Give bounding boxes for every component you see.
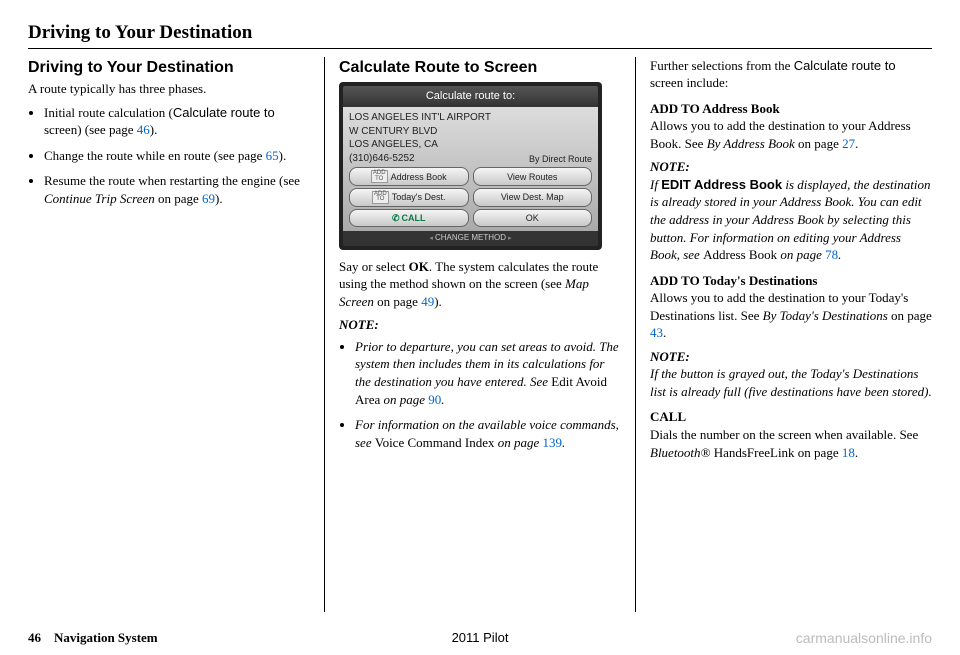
page-link[interactable]: 139 (543, 435, 563, 450)
footer-label: Navigation System (54, 630, 158, 645)
ss-btn-view-dest-map: View Dest. Map (473, 188, 593, 207)
text: screen) (see page (44, 122, 137, 137)
ui-term: Voice Command Index (375, 435, 495, 450)
text: Change the route while en route (see pag… (44, 148, 266, 163)
page-link[interactable]: 43 (650, 325, 663, 340)
page-link[interactable]: 27 (842, 136, 855, 151)
list-item: Resume the route when restarting the eng… (44, 172, 310, 207)
col1-list: Initial route calculation (Calculate rou… (28, 104, 310, 208)
ss-line: LOS ANGELES, CA (349, 138, 592, 152)
ss-line: LOS ANGELES INT'L AIRPORT (349, 111, 592, 125)
list-item: Prior to departure, you can set areas to… (355, 338, 621, 408)
ui-term: Calculate route to (794, 58, 896, 73)
ss-footer: CHANGE METHOD (343, 231, 598, 246)
note-heading: NOTE: (650, 348, 932, 366)
ui-term: Calculate route to (173, 105, 275, 120)
footer-center: 2011 Pilot (452, 629, 509, 647)
list-item: For information on the available voice c… (355, 416, 621, 451)
page-link[interactable]: 65 (266, 148, 279, 163)
text: on page (155, 191, 202, 206)
title-rule (28, 48, 932, 49)
col1-heading: Driving to Your Destination (28, 57, 310, 79)
col3-p2: Allows you to add the destination to you… (650, 289, 932, 342)
list-item: Change the route while en route (see pag… (44, 147, 310, 165)
col1-intro: A route typically has three phases. (28, 80, 310, 98)
column-1: Driving to Your Destination A route typi… (28, 57, 324, 612)
col3-h2: ADD TO Today's Destinations (650, 272, 932, 290)
col3-p3: Dials the number on the screen when avai… (650, 426, 932, 461)
ui-term: EDIT Address Book (661, 177, 782, 192)
col3-h1: ADD TO Address Book (650, 100, 932, 118)
ss-btn-address-book: ADDTOAddress Book (349, 167, 469, 186)
footer-watermark: carmanualsonline.info (796, 629, 932, 648)
screen-ref: Continue Trip Screen (44, 191, 155, 206)
col3-note2: If the button is grayed out, the Today's… (650, 365, 932, 400)
note-heading: NOTE: (650, 158, 932, 176)
text: ). (150, 122, 158, 137)
text: ). (215, 191, 223, 206)
ss-body: LOS ANGELES INT'L AIRPORT W CENTURY BLVD… (343, 107, 598, 231)
text: ). (279, 148, 287, 163)
ui-term: Address Book (703, 247, 777, 262)
ss-btn-ok: OK (473, 209, 593, 227)
ss-line: W CENTURY BLVD (349, 125, 592, 139)
ss-btn-call: ✆CALL (349, 209, 469, 227)
ss-title: Calculate route to: (343, 86, 598, 107)
screen-ref: By Address Book (707, 136, 795, 151)
feature-ref: Bluetooth® (650, 445, 714, 460)
page-title: Driving to Your Destination (28, 20, 932, 46)
page-link[interactable]: 69 (202, 191, 215, 206)
page-link[interactable]: 18 (842, 445, 855, 460)
column-3: Further selections from the Calculate ro… (636, 57, 932, 612)
ss-btn-view-routes: View Routes (473, 167, 593, 186)
col3-p1: Allows you to add the destination to you… (650, 117, 932, 152)
text: Initial route calculation ( (44, 105, 173, 120)
col3-intro: Further selections from the Calculate ro… (650, 57, 932, 92)
ss-btn-todays-dest: ADDTOToday's Dest. (349, 188, 469, 207)
page-link[interactable]: 46 (137, 122, 150, 137)
list-item: Initial route calculation (Calculate rou… (44, 104, 310, 139)
page-link[interactable]: 49 (421, 294, 434, 309)
page-link[interactable]: 90 (428, 392, 441, 407)
text: Resume the route when restarting the eng… (44, 173, 300, 188)
columns: Driving to Your Destination A route typi… (28, 57, 932, 612)
page-footer: 46 Navigation System 2011 Pilot carmanua… (0, 629, 960, 647)
column-2: Calculate Route to Screen Calculate rout… (325, 57, 635, 612)
note-heading: NOTE: (339, 316, 621, 334)
calculate-route-screenshot: Calculate route to: LOS ANGELES INT'L AI… (339, 82, 602, 249)
ok-term: OK (409, 259, 429, 274)
screen-ref: By Today's Destinations (763, 308, 888, 323)
col3-note1: If EDIT Address Book is displayed, the d… (650, 176, 932, 264)
col3-h3: CALL (650, 408, 932, 426)
col2-heading: Calculate Route to Screen (339, 57, 621, 79)
page-number: 46 (28, 630, 41, 645)
col2-p1: Say or select OK. The system calculates … (339, 258, 621, 311)
col2-note-list: Prior to departure, you can set areas to… (339, 338, 621, 451)
page-link[interactable]: 78 (825, 247, 838, 262)
